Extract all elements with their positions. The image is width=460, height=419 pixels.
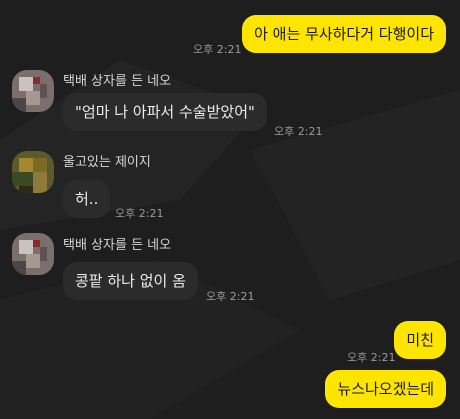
message-timestamp: 오후 2:21 (206, 290, 255, 303)
message-timestamp: 오후 2:21 (193, 43, 242, 56)
message-timestamp: 오후 2:21 (115, 207, 164, 220)
message-timestamp: 오후 2:21 (274, 125, 323, 138)
other-message-bubble[interactable]: 허.. (63, 180, 111, 218)
sender-name: 택배 상자를 든 네오 (63, 238, 172, 253)
sender-avatar[interactable] (12, 151, 54, 193)
pixelated-avatar-icon (12, 151, 54, 193)
my-message-bubble[interactable]: 아 애는 무사하다거 다행이다 (242, 15, 446, 53)
sender-name: 울고있는 제이지 (63, 155, 151, 170)
pixelated-avatar-icon (12, 70, 54, 112)
other-message-bubble[interactable]: "엄마 나 아파서 수술받았어" (63, 93, 267, 131)
message-timestamp: 오후 2:21 (347, 351, 396, 364)
my-message-bubble[interactable]: 미친 (394, 321, 446, 359)
sender-avatar[interactable] (12, 70, 54, 112)
sender-name: 택배 상자를 든 네오 (63, 74, 172, 89)
pixelated-avatar-icon (12, 233, 54, 275)
other-message-bubble[interactable]: 콩팥 하나 없이 옴 (63, 262, 198, 300)
my-message-bubble[interactable]: 뉴스나오겠는데 (325, 370, 446, 408)
sender-avatar[interactable] (12, 233, 54, 275)
